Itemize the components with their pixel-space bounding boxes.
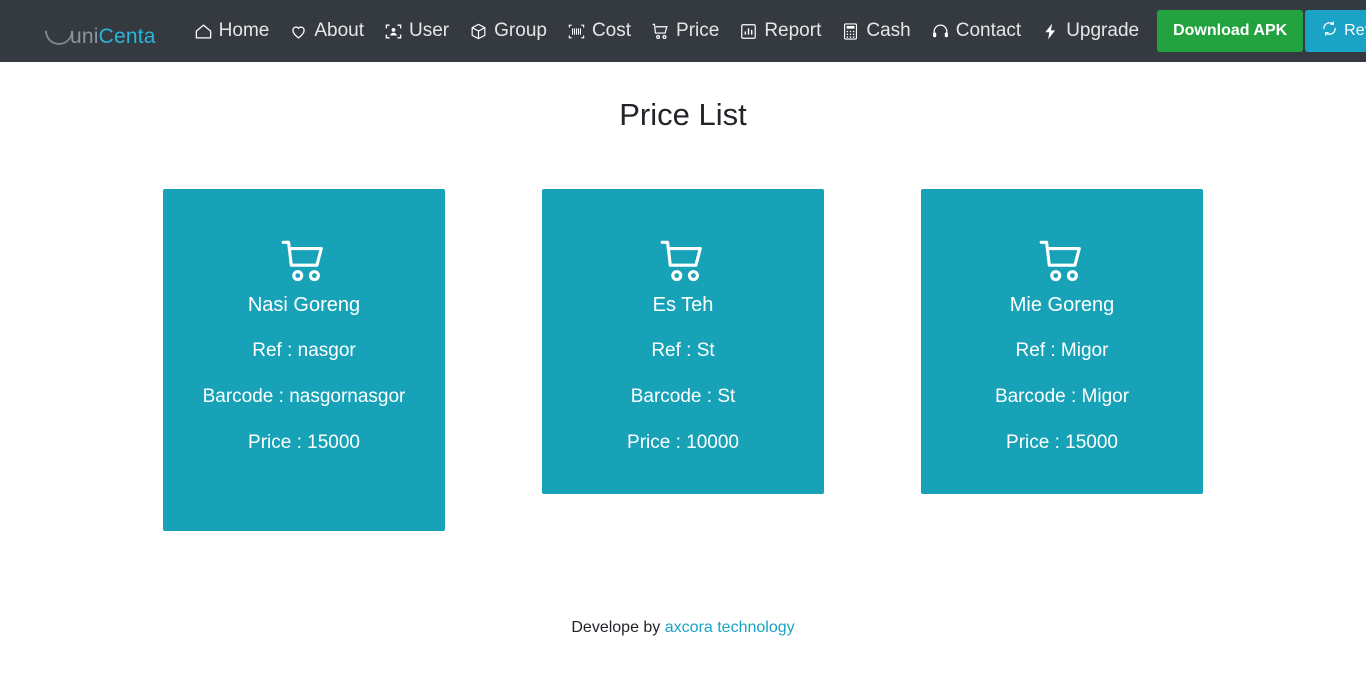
price-card-price: Price : 10000: [627, 432, 739, 453]
nav-item-cash[interactable]: Cash: [831, 20, 920, 42]
price-card-price: Price : 15000: [248, 432, 360, 453]
nav-item-upgrade[interactable]: Upgrade: [1031, 20, 1149, 42]
nav-item-cost[interactable]: Cost: [557, 20, 641, 42]
price-card-name: Mie Goreng: [1009, 294, 1115, 316]
download-apk-button[interactable]: Download APK: [1157, 10, 1304, 52]
nav-item-label: Upgrade: [1066, 20, 1140, 41]
home-icon: [194, 22, 213, 41]
price-card-name: Nasi Goreng: [247, 294, 361, 316]
nav-item-price[interactable]: Price: [641, 20, 729, 42]
nav-item-label: About: [314, 20, 365, 41]
price-card-barcode: Barcode : nasgornasgor: [202, 386, 406, 407]
price-card-barcode: Barcode : St: [630, 386, 736, 407]
nav-item-label: Contact: [955, 20, 1022, 41]
nav-item-label: Home: [218, 20, 270, 41]
nav-item-label: Report: [764, 20, 822, 41]
brand-logo[interactable]: uniCenta: [39, 11, 156, 51]
lightning-bolt-icon: [1041, 22, 1060, 41]
heart-icon: [289, 22, 308, 41]
nav-item-group[interactable]: Group: [459, 20, 557, 42]
price-card[interactable]: Nasi Goreng Ref : nasgor Barcode : nasgo…: [163, 189, 445, 531]
refresh-button-label: Refresh: [1344, 22, 1366, 39]
price-card-ref: Ref : St: [651, 340, 715, 361]
price-card[interactable]: Es Teh Ref : St Barcode : St Price : 100…: [542, 189, 824, 494]
nav-item-label: User: [409, 20, 450, 41]
nav-item-label: Price: [676, 20, 720, 41]
nav-links: Home About User Group Cost Price Report …: [184, 20, 1149, 42]
shopping-cart-icon: [651, 22, 670, 41]
price-card-ref: Ref : nasgor: [252, 340, 356, 361]
calculator-icon: [841, 22, 860, 41]
user-frame-icon: [384, 22, 403, 41]
price-card-name: Es Teh: [652, 294, 714, 316]
box-icon: [469, 22, 488, 41]
page-title: Price List: [619, 97, 747, 132]
nav-item-label: Cost: [591, 20, 632, 41]
refresh-button[interactable]: Refresh: [1305, 10, 1366, 52]
nav-item-user[interactable]: User: [374, 20, 459, 42]
price-card[interactable]: Mie Goreng Ref : Migor Barcode : Migor P…: [921, 189, 1203, 494]
barcode-icon: [567, 22, 586, 41]
nav-item-label: Group: [494, 20, 547, 41]
price-card-barcode: Barcode : Migor: [994, 386, 1130, 407]
price-card-list: Nasi Goreng Ref : nasgor Barcode : nasgo…: [0, 189, 1366, 531]
nav-item-about[interactable]: About: [279, 20, 374, 42]
refresh-icon: [1321, 20, 1338, 42]
price-card-ref: Ref : Migor: [1015, 340, 1109, 361]
nav-item-report[interactable]: Report: [729, 20, 831, 42]
top-navbar: uniCenta Home About User Group Cost Pric…: [0, 0, 1366, 62]
shopping-cart-icon: [945, 236, 1179, 286]
footer: Develope by axcora technology: [0, 619, 1366, 637]
footer-text: Develope by: [571, 619, 661, 636]
nav-item-home[interactable]: Home: [184, 20, 280, 42]
brand-text-centa: Centa: [98, 25, 156, 48]
price-card-price: Price : 15000: [1006, 432, 1118, 453]
footer-link[interactable]: axcora technology: [665, 619, 795, 636]
brand-text-uni: uni: [70, 25, 99, 48]
shopping-cart-icon: [187, 236, 421, 286]
nav-item-label: Cash: [866, 20, 911, 41]
headset-icon: [931, 22, 950, 41]
chart-box-icon: [739, 22, 758, 41]
nav-item-contact[interactable]: Contact: [921, 20, 1031, 42]
brand-text: uniCenta: [70, 25, 156, 49]
shopping-cart-icon: [566, 236, 800, 286]
